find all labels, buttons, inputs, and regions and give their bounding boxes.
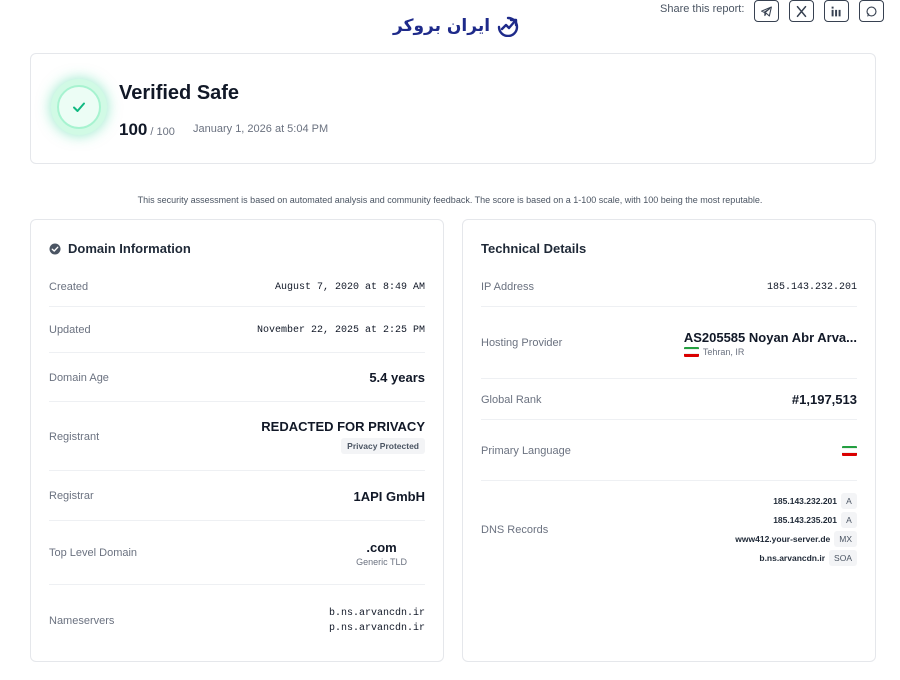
domain-age-row: Domain Age 5.4 years [49,354,425,402]
tld-type: Generic TLD [356,556,407,567]
hosting-row: Hosting Provider AS205585 Noyan Abr Arva… [481,308,857,379]
whatsapp-icon [866,5,877,17]
primary-language-label: Primary Language [481,444,571,457]
domain-age-label: Domain Age [49,371,109,384]
dns-record: b.ns.arvancdn.ir SOA [759,550,857,566]
dns-records-label: DNS Records [481,523,549,536]
logo-text: ایران بروکر [393,16,491,36]
iran-flag-icon [683,346,699,357]
score-max: / 100 [150,126,175,138]
technical-header: Technical Details [481,241,586,256]
tld-label: Top Level Domain [49,547,138,559]
domain-age-value: 5.4 years [369,370,425,385]
updated-label: Updated [49,324,91,336]
registrar-row: Registrar 1API GmbH [49,472,425,521]
top-bar: ایران بروکر Share this report: [0,0,900,44]
check-icon [73,102,85,112]
dns-record-value: b.ns.arvancdn.ir [759,553,826,563]
domain-information-panel: Domain Information Created August 7, 202… [30,219,444,662]
share-whatsapp-button[interactable] [859,0,885,22]
dns-record-value: 185.143.235.201 [773,515,837,525]
nameserver-item: p.ns.arvancdn.ir [328,623,425,634]
panel-title: Technical Details [481,241,587,256]
hosting-value: AS205585 Noyan Abr Arva... [683,329,857,345]
created-label: Created [49,281,89,293]
verdict-title: Verified Safe [119,82,240,104]
dns-record-value: 185.143.232.201 [773,496,837,506]
tld-value: .com [366,539,397,555]
dns-record: 185.143.235.201 A [773,512,857,528]
dns-records-row: DNS Records 185.143.232.201 A 185.143.23… [481,482,857,577]
dns-record-type: SOA [829,550,857,566]
iran-flag-icon [842,445,857,456]
created-value: August 7, 2020 at 8:49 AM [274,281,425,293]
share-linkedin-button[interactable] [824,0,850,22]
hosting-location-text: Tehran, IR [702,346,745,357]
registrant-row: Registrant REDACTED FOR PRIVACY Privacy … [49,403,425,471]
ip-value: 185.143.232.201 [766,281,857,293]
privacy-protected-badge: Privacy Protected [341,438,425,454]
disclaimer-text: This security assessment is based on aut… [137,195,763,205]
dns-record-type: A [841,493,857,509]
share-bar: Share this report: [660,0,885,22]
site-logo[interactable]: ایران بروکر [393,12,520,40]
verified-check-icon [49,243,61,254]
share-telegram-button[interactable] [754,0,780,22]
registrant-label: Registrant [49,430,100,443]
tld-row: Top Level Domain .com Generic TLD [49,522,425,585]
score-value: 100/ 100 [119,120,175,140]
updated-value: November 22, 2025 at 2:25 PM [256,324,425,336]
domain-info-header: Domain Information [49,241,191,256]
x-icon [797,5,807,17]
registrant-value: REDACTED FOR PRIVACY [261,419,425,434]
score-number: 100 [119,120,148,139]
dns-record: 185.143.232.201 A [773,493,857,509]
hosting-location: Tehran, IR [683,346,745,357]
nameservers-row: Nameservers b.ns.arvancdn.ir p.ns.arvanc… [49,586,425,656]
dns-record: www412.your-server.de MX [735,531,857,547]
dns-records-list: 185.143.232.201 A 185.143.235.201 A www4… [735,493,857,566]
global-rank-row: Global Rank #1,197,513 [481,380,857,420]
nameservers-label: Nameservers [49,615,115,627]
linkedin-icon [832,6,841,16]
report-date: January 1, 2026 at 5:04 PM [193,123,329,135]
registrar-value: 1API GmbH [353,488,425,504]
hosting-label: Hosting Provider [481,337,563,349]
ip-row: IP Address 185.143.232.201 [481,268,857,307]
created-row: Created August 7, 2020 at 8:49 AM [49,268,425,307]
updated-row: Updated November 22, 2025 at 2:25 PM [49,308,425,353]
dns-record-value: www412.your-server.de [735,534,831,544]
technical-details-panel: Technical Details IP Address 185.143.232… [462,219,876,662]
telegram-icon [761,6,773,16]
panel-title: Domain Information [68,241,191,256]
share-x-button[interactable] [789,0,815,22]
verdict-card: Verified Safe 100/ 100 January 1, 2026 a… [30,53,876,164]
verdict-badge [51,79,107,135]
ip-label: IP Address [481,281,534,293]
chart-logo-icon [497,16,519,37]
global-rank-label: Global Rank [481,393,542,406]
registrar-label: Registrar [49,490,94,502]
global-rank-value: #1,197,513 [791,392,857,407]
primary-language-row: Primary Language [481,421,857,481]
nameserver-item: b.ns.arvancdn.ir [328,608,425,619]
dns-record-type: MX [834,531,857,547]
share-label: Share this report: [660,3,745,15]
dns-record-type: A [841,512,857,528]
